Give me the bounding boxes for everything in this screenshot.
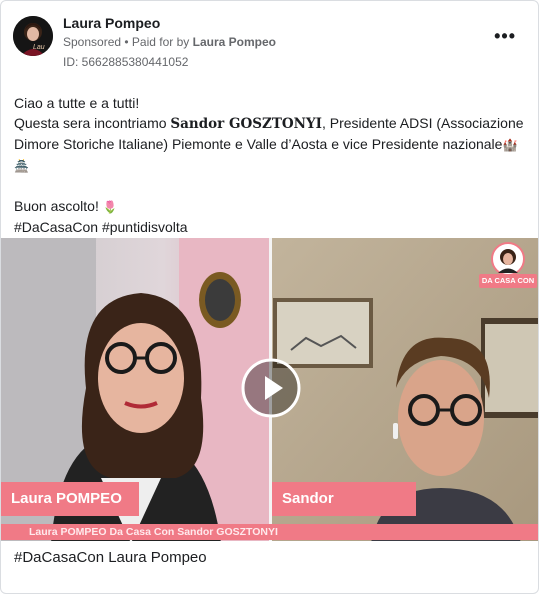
tulip-icon: 🌷 [102, 200, 118, 214]
pagoda-icon: 🏯 [14, 159, 29, 173]
page-avatar[interactable]: Lau [13, 16, 53, 56]
intro-text: Questa sera incontriamo [14, 115, 171, 131]
post-hashtags[interactable]: #DaCasaCon #puntidisvolta [14, 217, 529, 237]
avatar-signature: Lau [33, 44, 45, 51]
post-header: Lau Laura Pompeo Sponsored • Paid for by… [1, 1, 538, 81]
video-title: Laura POMPEO Da Casa Con Sandor GOSZTONY… [29, 526, 278, 538]
post-text: Ciao a tutte e a tutti! Questa sera inco… [14, 93, 529, 237]
post-line-emoji: 🏯 [14, 155, 529, 176]
page-name[interactable]: Laura Pompeo [63, 15, 160, 31]
post-line-closing: Buon ascolto! 🌷 [14, 196, 529, 217]
sponsored-line: Sponsored • Paid for by Laura Pompeo [63, 35, 276, 49]
more-options-button[interactable]: ••• [494, 27, 516, 45]
paid-for-name[interactable]: Laura Pompeo [193, 35, 276, 49]
guest-name: Sandor GOSZTONYI [170, 116, 322, 132]
play-icon [241, 358, 301, 418]
right-name-tag: Sandor Gosztonyi [272, 482, 416, 541]
sponsored-label: Sponsored [63, 35, 122, 49]
post-line-greeting: Ciao a tutte e a tutti! [14, 95, 140, 111]
video-title-bar: Laura POMPEO Da Casa Con Sandor GOSZTONY… [1, 524, 538, 540]
video-caption[interactable]: #DaCasaCon Laura Pompeo [14, 549, 207, 566]
logo-portrait-icon [491, 242, 525, 276]
paid-for-prefix: • Paid for by [121, 35, 193, 49]
play-button[interactable] [241, 358, 301, 418]
logo-label: DA CASA CON [479, 274, 537, 288]
left-name-tag: Laura POMPEO [1, 482, 139, 516]
da-casa-con-logo: DA CASA CON [479, 242, 537, 290]
post-line-intro: Questa sera incontriamo Sandor GOSZTONYI… [14, 113, 529, 155]
castle-icon: 🏰 [502, 138, 518, 152]
ad-id: ID: 5662885380441052 [63, 55, 189, 69]
ad-card: Lau Laura Pompeo Sponsored • Paid for by… [0, 0, 539, 594]
closing-text: Buon ascolto! [14, 198, 103, 214]
